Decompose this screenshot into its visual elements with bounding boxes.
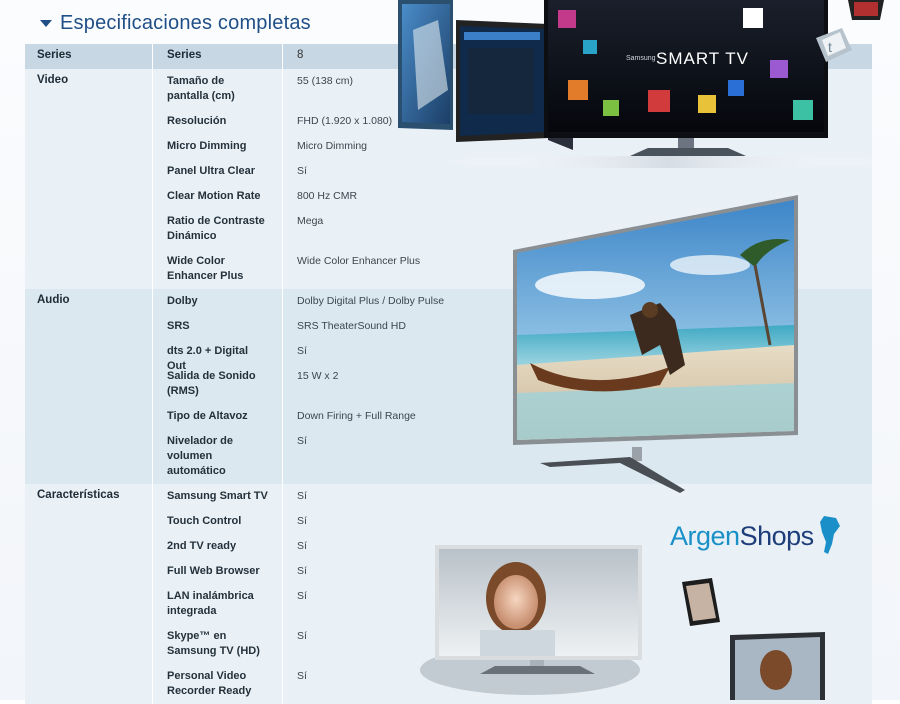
spec-label: Panel Ultra Clear bbox=[152, 159, 282, 184]
spec-label: Tamaño de pantalla (cm) bbox=[152, 69, 282, 109]
group-category: Video bbox=[37, 74, 69, 86]
spec-page: Especificaciones completas Series Series… bbox=[0, 0, 900, 704]
spec-label: Micro Dimming bbox=[152, 134, 282, 159]
spec-label: LAN inalámbrica integrada bbox=[152, 584, 282, 624]
spec-label: 2nd TV ready bbox=[152, 534, 282, 559]
smart-tv-brand: Samsung bbox=[626, 55, 656, 62]
spec-label: Touch Control bbox=[152, 509, 282, 534]
header-series-label: Series bbox=[37, 49, 72, 61]
section-title: Especificaciones completas bbox=[60, 11, 311, 34]
collapse-triangle-icon[interactable] bbox=[40, 19, 52, 27]
spec-label: Clear Motion Rate bbox=[152, 184, 282, 209]
svg-text:t: t bbox=[828, 39, 832, 55]
twitter-cube-icon: t bbox=[816, 0, 884, 62]
spec-label: SRS bbox=[152, 314, 282, 339]
smart-tv-logo: SMART TV bbox=[656, 49, 749, 68]
spec-label: Personal Video Recorder Ready bbox=[152, 664, 282, 704]
group-category: Características bbox=[37, 489, 120, 501]
logo-text-part1: Argen bbox=[670, 520, 740, 551]
smartphone-icon bbox=[682, 578, 720, 626]
spec-label: dts 2.0 + Digital Out bbox=[152, 339, 282, 372]
spec-label: Dolby bbox=[152, 289, 282, 314]
tv-beach-image bbox=[513, 195, 798, 493]
spec-label: Nivelador de volumen automático bbox=[152, 429, 282, 484]
spec-label: Skype™ en Samsung TV (HD) bbox=[152, 624, 282, 664]
logo-text-part2: Shops bbox=[739, 520, 815, 551]
spec-label: Full Web Browser bbox=[152, 559, 282, 584]
group-category: Audio bbox=[37, 294, 70, 306]
spec-label: Wide Color Enhancer Plus bbox=[152, 249, 282, 289]
argenshops-logo[interactable]: Argen Shops bbox=[670, 516, 842, 556]
tv-family-image bbox=[420, 545, 825, 700]
spec-label: Resolución bbox=[152, 109, 282, 134]
spec-label: Tipo de Altavoz bbox=[152, 404, 282, 429]
header-series-label-2: Series bbox=[152, 44, 282, 69]
section-header[interactable]: Especificaciones completas bbox=[40, 8, 311, 38]
spec-label: Salida de Sonido (RMS) bbox=[152, 364, 282, 404]
spec-label: Samsung Smart TV bbox=[152, 484, 282, 509]
argentina-map-icon bbox=[819, 516, 840, 554]
spec-label: Ratio de Contraste Dinámico bbox=[152, 209, 282, 249]
